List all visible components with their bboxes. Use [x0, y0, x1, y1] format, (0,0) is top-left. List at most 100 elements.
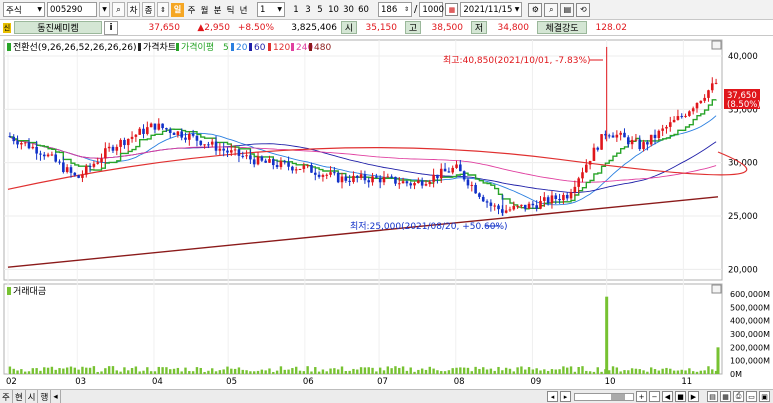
period-year[interactable]: 년 — [238, 2, 249, 17]
window-icon[interactable]: ▭ — [746, 391, 757, 402]
minute-option-5[interactable]: 5 — [315, 2, 325, 17]
candle-body — [657, 130, 661, 139]
mode-button-chart[interactable]: 차 — [127, 2, 140, 17]
count-input[interactable]: 186 ⇕ — [378, 2, 412, 17]
time-tick-label: 10 — [605, 377, 616, 387]
save-icon[interactable]: ▣ — [759, 391, 770, 402]
candle-body — [123, 139, 126, 146]
minute-option-1[interactable]: 1 — [291, 2, 301, 17]
pane-maximize-button[interactable] — [711, 40, 722, 50]
candle-body — [676, 116, 680, 120]
period-week[interactable]: 주 — [186, 2, 197, 17]
volume-bar — [691, 371, 695, 374]
volume-bar — [539, 370, 542, 374]
tab-indicator[interactable]: 시 — [26, 390, 39, 403]
scroll-right-button[interactable]: ▸ — [560, 391, 571, 402]
volume-bar — [550, 369, 554, 374]
candle-body — [626, 137, 630, 145]
price-chart[interactable]: 40,00035,00030,00025,00020,000 600,000M5… — [0, 36, 773, 389]
volume-bar — [649, 367, 653, 374]
count-total-input[interactable]: 1000 — [419, 2, 444, 17]
minute-option-60[interactable]: 60 — [357, 2, 370, 17]
candle-body — [252, 159, 256, 165]
legend-ma5: 5 — [223, 43, 229, 53]
volume-bar — [592, 371, 596, 374]
volume-tick-label: 200,000M — [730, 343, 770, 352]
volume-bar — [27, 371, 31, 374]
volume-bar — [524, 369, 527, 374]
info-icon: i — [109, 22, 113, 33]
candle-body — [588, 160, 592, 165]
zoom-icon[interactable]: ⌕ — [544, 2, 559, 17]
volume-bar — [638, 369, 641, 374]
price-tick-label: 25,000 — [728, 212, 758, 222]
code-input[interactable]: 005290 — [47, 2, 97, 17]
volume-bar — [447, 370, 451, 374]
chart-settings-icon[interactable]: ⚙ — [528, 2, 543, 17]
volume-bar — [134, 366, 138, 374]
volume-bar — [512, 371, 515, 374]
zoom-in-icon[interactable]: + — [636, 391, 647, 402]
candle-body — [710, 83, 714, 91]
period-tick[interactable]: 틱 — [225, 2, 236, 17]
volume-bar — [62, 368, 65, 374]
candle-body — [573, 186, 577, 193]
info-button[interactable]: i — [104, 20, 118, 35]
period-day-button[interactable]: 일 — [171, 2, 184, 17]
volume-bar — [268, 368, 271, 374]
candle-body — [20, 143, 23, 145]
candle-body — [527, 203, 531, 209]
minute-option-30[interactable]: 30 — [342, 2, 355, 17]
period-month[interactable]: 월 — [199, 2, 210, 17]
updown-stepper[interactable]: ⇕ — [157, 2, 169, 17]
candle-body — [23, 142, 27, 144]
print-icon[interactable]: ▤ — [560, 2, 575, 17]
settings-icon[interactable]: ▤ — [707, 391, 718, 402]
volume-bar — [333, 368, 336, 374]
minute-option-3[interactable]: 3 — [303, 2, 313, 17]
zoom-out-icon[interactable]: − — [649, 391, 660, 402]
move-right-icon[interactable]: ▶ — [688, 391, 699, 402]
tab-sell[interactable]: 행 — [38, 390, 52, 403]
volume-bar — [356, 369, 359, 374]
code-dropdown-button[interactable]: ▼ — [99, 2, 110, 17]
candle-body — [394, 176, 397, 184]
pane-maximize-button[interactable] — [711, 284, 722, 294]
volume-bar — [336, 369, 340, 374]
candle-body — [218, 148, 222, 151]
date-input[interactable]: 2021/11/15 ▼ — [460, 2, 523, 17]
period-select[interactable]: 1 ▼ — [257, 2, 285, 17]
legend-ma-label: 가격이평 — [181, 41, 214, 53]
market-select[interactable]: 주식 ▼ — [3, 2, 45, 17]
grid-icon[interactable]: ▦ — [720, 391, 731, 402]
volume-bar — [527, 367, 531, 374]
period-label: 주 — [187, 5, 196, 16]
volume-bar — [222, 369, 225, 374]
volume-bar — [138, 371, 141, 374]
candle-body — [577, 178, 580, 187]
minute-option-10[interactable]: 10 — [327, 2, 340, 17]
volume-bar — [661, 368, 664, 374]
candle-body — [619, 132, 622, 135]
horizontal-scrollbar[interactable] — [574, 392, 634, 401]
mode-button-stock[interactable]: 종 — [142, 2, 155, 17]
volume-bar — [46, 367, 50, 374]
scroll-left-button[interactable]: ◂ — [547, 391, 558, 402]
tab-arrow[interactable]: ◂ — [51, 390, 61, 403]
search-button[interactable]: ⌕ — [112, 2, 125, 17]
stock-name: 동진쎄미켐 — [14, 21, 102, 34]
tab-week[interactable]: 주 — [0, 390, 13, 403]
volume-bar — [283, 369, 286, 374]
calendar-icon[interactable]: ▦ — [445, 3, 459, 16]
scrollbar-thumb[interactable] — [611, 393, 625, 400]
candle-body — [699, 100, 703, 103]
volume-bar — [104, 368, 107, 374]
export-icon[interactable]: ⎙ — [733, 391, 744, 402]
move-left-icon[interactable]: ◀ — [662, 391, 673, 402]
tab-current[interactable]: 현 — [13, 390, 26, 403]
toolbar: 주식 ▼ 005290 ▼ ⌕ 차 종 ⇕ 일 주 월 분 틱 년 1 ▼ 1 … — [0, 0, 773, 20]
volume-bar — [684, 370, 687, 374]
period-minute[interactable]: 분 — [212, 2, 223, 17]
indicator-icon[interactable]: ⟲ — [576, 2, 591, 17]
stop-icon[interactable]: ■ — [675, 391, 686, 402]
